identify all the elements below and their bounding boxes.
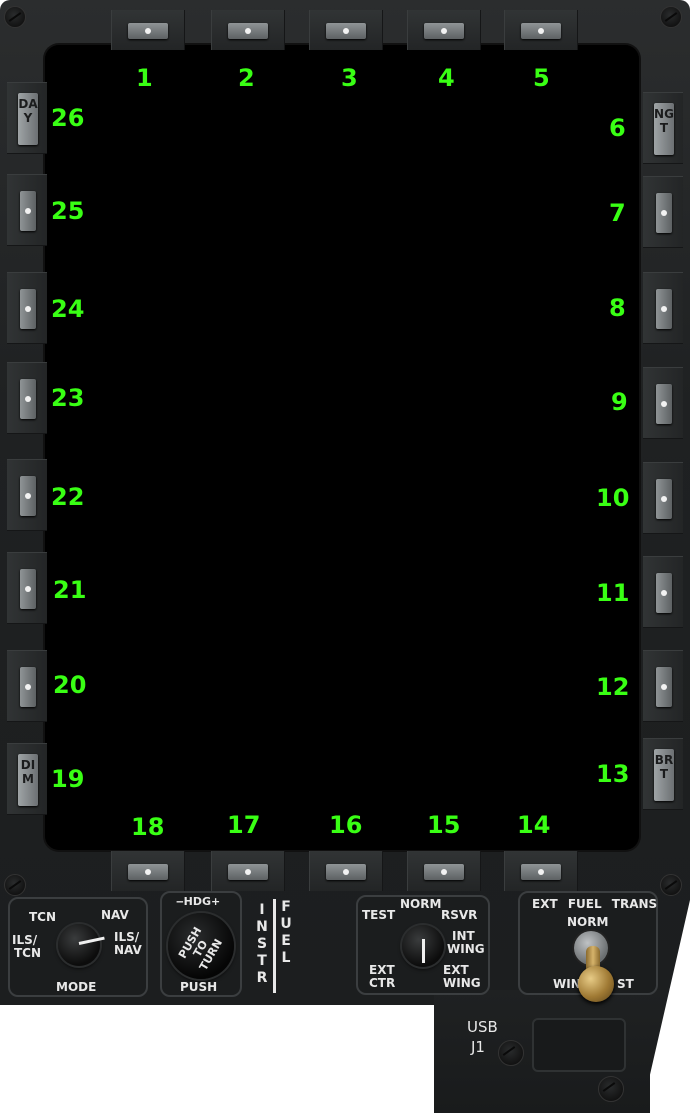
usb-screw-left (498, 1040, 524, 1066)
osb-label-21: 21 (53, 576, 87, 604)
mode-tcn-label: TCN (29, 910, 57, 924)
osb-label-9: 9 (611, 388, 628, 416)
osb-9-button[interactable] (643, 367, 683, 439)
mode-selector-knob[interactable] (58, 924, 105, 966)
usb-port-cover[interactable] (532, 1018, 626, 1072)
fuel-int-wing-label-2: WING (447, 942, 485, 956)
night-rocker-button[interactable]: NGT (643, 92, 683, 164)
fuel-selector-knob[interactable] (402, 925, 444, 967)
osb-label-10: 10 (596, 484, 630, 512)
day-rocker-button[interactable]: DAY (7, 82, 47, 154)
hdg-knob-text: PUSH TO TURN (172, 917, 230, 982)
osb-8-button[interactable] (643, 272, 683, 344)
fuel-knob-pointer (422, 939, 425, 963)
bright-label: BRT (654, 749, 674, 801)
hdg-knob[interactable]: PUSH TO TURN (168, 913, 234, 979)
osb-label-12: 12 (596, 673, 630, 701)
mode-ils-nav-label-2: NAV (114, 943, 142, 957)
osb-label-15: 15 (427, 811, 461, 839)
osb-17-button[interactable] (211, 851, 285, 891)
osb-label-1: 1 (136, 64, 153, 92)
fuel-rsvr-label: RSVR (441, 908, 478, 922)
osb-label-16: 16 (329, 811, 363, 839)
osb-label-14: 14 (517, 811, 551, 839)
osb-label-25: 25 (51, 197, 85, 225)
day-label: DAY (18, 93, 38, 145)
fuel-label: FUEL (280, 899, 292, 966)
osb-label-4: 4 (438, 64, 455, 92)
ext-fuel-right-label: ST (617, 977, 634, 991)
ext-fuel-trans-title: EXT FUEL TRANS (532, 897, 658, 911)
osb-label-3: 3 (341, 64, 358, 92)
mfd-screen (45, 45, 639, 850)
osb-15-button[interactable] (407, 851, 481, 891)
osb-23-button[interactable] (7, 362, 47, 434)
ext-fuel-toggle-switch[interactable] (578, 966, 614, 1002)
fuel-norm-label: NORM (400, 897, 442, 911)
fuel-test-label: TEST (362, 908, 396, 922)
bright-rocker-button[interactable]: BRT (643, 738, 683, 810)
osb-5-button[interactable] (504, 10, 578, 50)
instr-fuel-divider (273, 899, 276, 993)
ext-fuel-wing-label: WIN (553, 977, 581, 991)
osb-2-button[interactable] (211, 10, 285, 50)
instr-fuel-panel: INSTR FUEL (253, 897, 301, 993)
hdg-label: ‒HDG+ (176, 895, 221, 908)
osb-4-button[interactable] (407, 10, 481, 50)
osb-21-button[interactable] (7, 552, 47, 624)
screw-bottom-left (4, 874, 26, 896)
hdg-push-label: PUSH (180, 980, 218, 994)
usb-screw-right (598, 1076, 624, 1102)
osb-22-button[interactable] (7, 459, 47, 531)
osb-label-22: 22 (51, 483, 85, 511)
instr-label: INSTR (256, 902, 268, 986)
osb-label-26: 26 (51, 104, 85, 132)
mode-nav-label: NAV (101, 908, 129, 922)
screw-top-right (660, 6, 682, 28)
osb-label-2: 2 (238, 64, 255, 92)
osb-label-7: 7 (609, 199, 626, 227)
osb-label-24: 24 (51, 295, 85, 323)
osb-label-8: 8 (609, 294, 626, 322)
usb-j1-label: J1 (471, 1038, 485, 1056)
osb-label-23: 23 (51, 384, 85, 412)
screw-bottom-right (660, 874, 682, 896)
mode-ils-tcn-label-2: TCN (14, 946, 42, 960)
osb-3-button[interactable] (309, 10, 383, 50)
dim-rocker-button[interactable]: DIM (7, 743, 47, 815)
osb-14-button[interactable] (504, 851, 578, 891)
dim-label: DIM (18, 754, 38, 806)
screw-top-left (4, 6, 26, 28)
osb-label-19: 19 (51, 765, 85, 793)
osb-18-button[interactable] (111, 851, 185, 891)
osb-25-button[interactable] (7, 174, 47, 246)
osb-24-button[interactable] (7, 272, 47, 344)
osb-label-17: 17 (227, 811, 261, 839)
osb-20-button[interactable] (7, 650, 47, 722)
osb-label-5: 5 (533, 64, 550, 92)
mode-label: MODE (56, 980, 97, 994)
fuel-ext-ctr-label-2: CTR (369, 976, 396, 990)
ext-fuel-norm-label: NORM (567, 915, 609, 929)
osb-12-button[interactable] (643, 650, 683, 722)
usb-label: USB (467, 1018, 498, 1036)
night-label: NGT (654, 103, 674, 155)
osb-10-button[interactable] (643, 462, 683, 534)
osb-label-20: 20 (53, 671, 87, 699)
osb-label-13: 13 (596, 760, 630, 788)
osb-label-18: 18 (131, 813, 165, 841)
osb-11-button[interactable] (643, 556, 683, 628)
fuel-ext-wing-label-2: WING (443, 976, 481, 990)
osb-label-11: 11 (596, 579, 630, 607)
osb-16-button[interactable] (309, 851, 383, 891)
osb-label-6: 6 (609, 114, 626, 142)
osb-1-button[interactable] (111, 10, 185, 50)
osb-7-button[interactable] (643, 176, 683, 248)
